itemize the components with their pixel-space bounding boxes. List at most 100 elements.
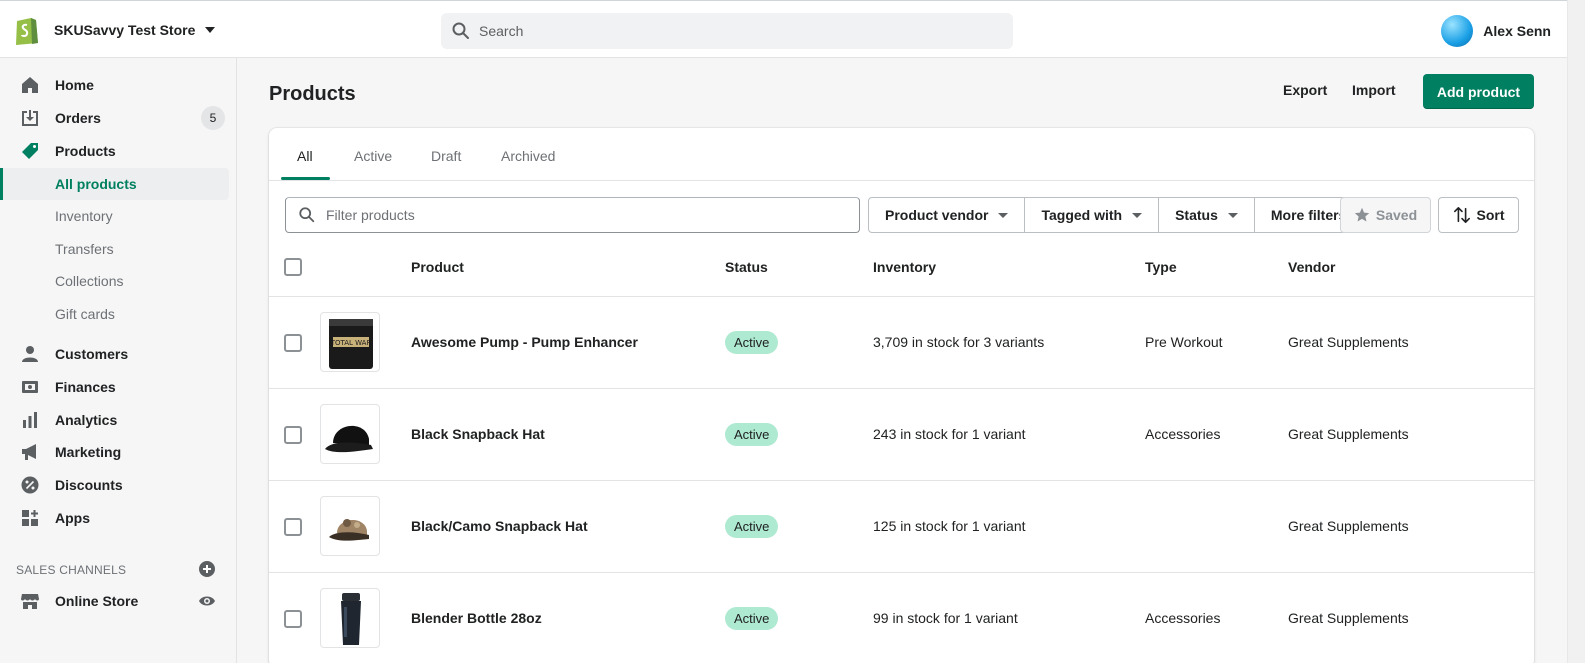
row-checkbox[interactable] [284,610,302,628]
status-badge: Active [725,515,779,538]
user-menu[interactable]: Alex Senn [1441,15,1551,47]
search-input[interactable]: Search [441,13,1013,49]
product-thumbnail: TOTAL WAR [320,312,380,372]
column-header-inventory[interactable]: Inventory [873,259,936,275]
sidebar-subitem-all-products[interactable]: All products [0,168,229,200]
row-checkbox[interactable] [284,426,302,444]
inventory-cell: 3,709 in stock for 3 variants [873,334,1045,350]
sidebar-subitem-gift-cards[interactable]: Gift cards [0,298,237,330]
status-filter[interactable]: Status [1159,198,1255,232]
filter-label: Status [1175,207,1218,223]
column-header-status[interactable]: Status [725,259,768,275]
search-icon [299,207,315,223]
filter-label: Product vendor [885,207,989,223]
scrollbar[interactable] [1567,0,1585,663]
sort-label: Sort [1476,207,1505,223]
product-name[interactable]: Awesome Pump - Pump Enhancer [411,334,638,350]
shopify-logo-icon [16,18,38,45]
inventory-cell: 125 in stock for 1 variant [873,518,1026,534]
table-row[interactable]: Blender Bottle 28oz Active 99 in stock f… [269,572,1534,663]
import-button[interactable]: Import [1352,82,1396,98]
product-name[interactable]: Blender Bottle 28oz [411,610,542,626]
sidebar-item-label: Customers [55,346,129,362]
sidebar: Home Orders 5 Products All products Inve… [0,58,237,663]
column-header-product[interactable]: Product [411,259,464,275]
sidebar-subitem-inventory[interactable]: Inventory [0,200,237,232]
sales-channels-title: SALES CHANNELS [16,563,127,577]
export-button[interactable]: Export [1283,82,1327,98]
orders-icon [22,110,38,126]
status-badge: Active [725,331,779,354]
caret-down-icon [998,212,1009,218]
home-icon [22,77,38,93]
filter-products-input[interactable]: Filter products [285,197,860,233]
sort-button[interactable]: Sort [1438,197,1519,233]
product-vendor-filter[interactable]: Product vendor [869,198,1026,232]
saved-button[interactable]: Saved [1340,197,1431,233]
eye-icon[interactable] [198,594,216,608]
sidebar-subitem-label: Transfers [55,241,114,257]
products-card: All Active Draft Archived Filter product… [269,128,1534,663]
sidebar-item-discounts[interactable]: Discounts [0,469,237,501]
sidebar-item-orders[interactable]: Orders 5 [0,102,237,134]
finances-icon [22,381,38,393]
search-icon [452,22,469,39]
status-badge: Active [725,423,779,446]
sidebar-subitem-transfers[interactable]: Transfers [0,233,237,265]
inventory-cell: 99 in stock for 1 variant [873,610,1018,626]
select-all-checkbox[interactable] [284,258,302,276]
discount-icon [21,476,39,494]
column-header-type[interactable]: Type [1145,259,1177,275]
product-name[interactable]: Black/Camo Snapback Hat [411,518,588,534]
product-thumbnail [320,588,380,648]
inventory-cell: 243 in stock for 1 variant [873,426,1026,442]
sidebar-item-label: Products [55,143,116,159]
store-icon [21,594,39,609]
filter-placeholder: Filter products [326,207,415,223]
tab-active[interactable]: Active [354,148,392,164]
tagged-with-filter[interactable]: Tagged with [1025,198,1160,232]
sidebar-item-analytics[interactable]: Analytics [0,404,237,436]
sidebar-item-apps[interactable]: Apps [0,502,237,534]
avatar [1441,15,1474,47]
camo-cap-image [329,519,369,541]
sidebar-item-label: Home [55,77,94,93]
chevron-down-icon [205,27,216,33]
sidebar-subitem-label: Gift cards [55,306,115,322]
tab-draft[interactable]: Draft [431,148,461,164]
table-row[interactable]: TOTAL WAR Awesome Pump - Pump Enhancer A… [269,296,1534,388]
top-bar: SKUSavvy Test Store Search Alex Senn [0,0,1585,58]
filter-label: Tagged with [1041,207,1123,223]
sidebar-item-products[interactable]: Products [0,135,237,167]
shaker-bottle-image [341,593,361,645]
sidebar-item-label: Finances [55,379,116,395]
page-title: Products [269,83,356,105]
row-checkbox[interactable] [284,518,302,536]
supplement-tub-image: TOTAL WAR [329,319,373,369]
store-switcher[interactable]: SKUSavvy Test Store [14,13,216,47]
product-name[interactable]: Black Snapback Hat [411,426,545,442]
tab-all[interactable]: All [297,148,313,164]
table-row[interactable]: Black Snapback Hat Active 243 in stock f… [269,388,1534,480]
table-row[interactable]: Black/Camo Snapback Hat Active 125 in st… [269,480,1534,572]
sidebar-item-label: Marketing [55,444,122,460]
sidebar-item-home[interactable]: Home [0,69,237,101]
add-circle-icon[interactable] [199,561,215,577]
sidebar-item-customers[interactable]: Customers [0,338,237,370]
sidebar-item-label: Analytics [55,412,118,428]
apps-icon [22,510,38,526]
sidebar-item-label: Online Store [55,593,139,609]
sidebar-item-marketing[interactable]: Marketing [0,436,237,468]
add-product-button[interactable]: Add product [1423,74,1534,109]
vendor-cell: Great Supplements [1288,610,1409,626]
sidebar-item-finances[interactable]: Finances [0,371,237,403]
type-cell: Accessories [1145,610,1221,626]
row-checkbox[interactable] [284,334,302,352]
sidebar-item-label: Apps [55,510,90,526]
column-header-vendor[interactable]: Vendor [1288,259,1335,275]
tab-archived[interactable]: Archived [501,148,555,164]
active-indicator [0,168,3,200]
sidebar-subitem-collections[interactable]: Collections [0,265,237,297]
vendor-cell: Great Supplements [1288,334,1409,350]
sort-icon [1453,206,1470,224]
